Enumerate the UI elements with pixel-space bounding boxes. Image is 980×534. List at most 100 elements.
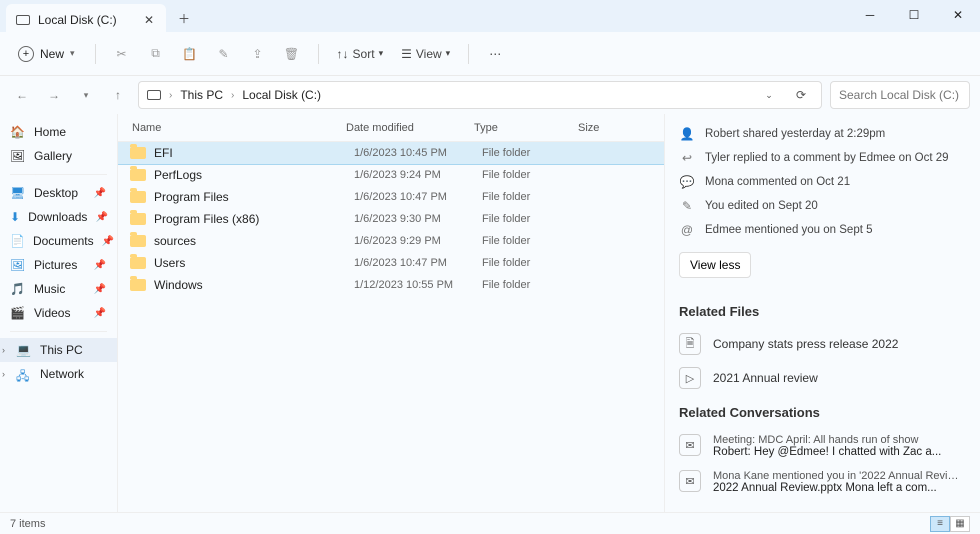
separator (10, 331, 107, 332)
nav-documents[interactable]: 📄 Documents 📌 (0, 229, 117, 253)
folder-icon (130, 257, 146, 269)
refresh-icon[interactable]: ⟳ (789, 83, 813, 107)
maximize-button[interactable]: ☐ (892, 0, 936, 30)
col-type[interactable]: Type (474, 122, 578, 134)
file-type: File folder (482, 191, 586, 203)
mention-icon: @ (679, 222, 695, 238)
conversation-subject: Mona Kane mentioned you in '2022 Annual … (713, 470, 962, 482)
titlebar: Local Disk (C:) ✕ ＋ ─ ☐ ✕ (0, 0, 980, 32)
share-icon[interactable]: ⇪ (244, 40, 272, 68)
col-date[interactable]: Date modified (346, 122, 474, 134)
chevron-down-icon[interactable]: ⌄ (757, 83, 781, 107)
copy-icon[interactable]: ⧉ (142, 40, 170, 68)
file-row[interactable]: sources 1/6/2023 9:29 PM File folder (118, 230, 664, 252)
file-date: 1/6/2023 9:29 PM (354, 235, 482, 247)
activity-list: 👤 Robert shared yesterday at 2:29pm↩ Tyl… (679, 122, 962, 242)
file-date: 1/6/2023 10:45 PM (354, 147, 482, 159)
back-button[interactable]: ← (10, 83, 34, 107)
nav-desktop[interactable]: 🖥 Desktop 📌 (0, 181, 117, 205)
search-box[interactable]: 🔍 (830, 81, 970, 109)
close-window-button[interactable]: ✕ (936, 0, 980, 30)
new-button[interactable]: + New ▾ (10, 42, 83, 66)
play-icon: ▷ (679, 367, 701, 389)
folder-icon (130, 169, 146, 181)
file-name: Program Files (x86) (154, 212, 354, 226)
file-type: File folder (482, 235, 586, 247)
col-size[interactable]: Size (578, 122, 638, 134)
paste-icon[interactable]: 📋 (176, 40, 204, 68)
file-row[interactable]: Program Files 1/6/2023 10:47 PM File fol… (118, 186, 664, 208)
up-button[interactable]: ↑ (106, 83, 130, 107)
file-name: EFI (154, 146, 354, 160)
conversation-item[interactable]: ✉ Mona Kane mentioned you in '2022 Annua… (679, 464, 962, 500)
breadcrumb-drive[interactable]: Local Disk (C:) (242, 88, 321, 102)
related-file-label: 2021 Annual review (713, 371, 818, 385)
nav-label: Network (40, 367, 84, 381)
close-tab-icon[interactable]: ✕ (142, 13, 156, 27)
nav-label: Documents (33, 234, 94, 248)
file-list: Name Date modified Type Size EFI 1/6/202… (118, 114, 664, 512)
view-switcher: ≡ ▦ (930, 516, 970, 532)
chevron-down-icon[interactable]: ▾ (74, 83, 98, 107)
chevron-right-icon[interactable]: › (2, 369, 5, 379)
file-row[interactable]: PerfLogs 1/6/2023 9:24 PM File folder (118, 164, 664, 186)
nav-pictures[interactable]: 🖼 Pictures 📌 (0, 253, 117, 277)
pc-icon: 💻 (16, 343, 32, 357)
file-name: Users (154, 256, 354, 270)
view-less-button[interactable]: View less (679, 252, 751, 278)
address-bar[interactable]: › This PC › Local Disk (C:) ⌄ ⟳ (138, 81, 822, 109)
nav-downloads[interactable]: ⬇ Downloads 📌 (0, 205, 117, 229)
nav-network[interactable]: › 🖧 Network (0, 362, 117, 386)
file-row[interactable]: EFI 1/6/2023 10:45 PM File folder (118, 142, 664, 164)
col-name[interactable]: Name (118, 122, 346, 134)
window-controls: ─ ☐ ✕ (848, 0, 980, 30)
pin-icon[interactable]: 📌 (93, 260, 107, 271)
more-icon[interactable]: ⋯ (481, 40, 509, 68)
related-file[interactable]: ▷ 2021 Annual review (679, 361, 962, 395)
nav-gallery[interactable]: 🖼 Gallery (0, 144, 117, 168)
rename-icon[interactable]: ✎ (210, 40, 238, 68)
related-conversations-title: Related Conversations (679, 405, 962, 420)
view-button[interactable]: ☰ View ▾ (395, 43, 456, 65)
pin-icon[interactable]: 📌 (95, 212, 107, 223)
reply-icon: ↩ (679, 150, 695, 166)
chevron-right-icon[interactable]: › (2, 345, 5, 355)
gallery-icon: 🖼 (10, 149, 26, 163)
nav-videos[interactable]: 🎬 Videos 📌 (0, 301, 117, 325)
nav-label: This PC (40, 343, 83, 357)
related-file[interactable]: 🗎 Company stats press release 2022 (679, 327, 962, 361)
nav-music[interactable]: 🎵 Music 📌 (0, 277, 117, 301)
item-count: 7 items (10, 518, 45, 530)
nav-label: Desktop (34, 186, 78, 200)
file-date: 1/6/2023 9:24 PM (354, 169, 482, 181)
mail-icon: ✉ (679, 470, 701, 492)
file-row[interactable]: Windows 1/12/2023 10:55 PM File folder (118, 274, 664, 296)
edit-icon: ✎ (679, 198, 695, 214)
chevron-right-icon: › (231, 90, 234, 101)
forward-button[interactable]: → (42, 83, 66, 107)
activity-item: ↩ Tyler replied to a comment by Edmee on… (679, 146, 962, 170)
file-row[interactable]: Program Files (x86) 1/6/2023 9:30 PM Fil… (118, 208, 664, 230)
cut-icon[interactable]: ✂ (108, 40, 136, 68)
breadcrumb-pc[interactable]: This PC (180, 88, 223, 102)
pin-icon[interactable]: 📌 (93, 188, 107, 199)
conversation-preview: Robert: Hey @Edmee! I chatted with Zac a… (713, 446, 962, 458)
delete-icon[interactable]: 🗑 (278, 40, 306, 68)
pin-icon[interactable]: 📌 (102, 236, 114, 247)
pin-icon[interactable]: 📌 (93, 284, 107, 295)
videos-icon: 🎬 (10, 306, 26, 320)
file-type: File folder (482, 279, 586, 291)
minimize-button[interactable]: ─ (848, 0, 892, 30)
sort-button[interactable]: ↑↓ Sort ▾ (331, 43, 390, 65)
nav-home[interactable]: 🏠 Home (0, 120, 117, 144)
pin-icon[interactable]: 📌 (93, 308, 107, 319)
details-view-button[interactable]: ≡ (930, 516, 950, 532)
file-row[interactable]: Users 1/6/2023 10:47 PM File folder (118, 252, 664, 274)
search-input[interactable] (839, 88, 980, 102)
new-tab-button[interactable]: ＋ (170, 4, 198, 32)
icons-view-button[interactable]: ▦ (950, 516, 970, 532)
chevron-down-icon: ▾ (70, 48, 75, 59)
conversation-item[interactable]: ✉ Meeting: MDC April: All hands run of s… (679, 428, 962, 464)
nav-this-pc[interactable]: › 💻 This PC (0, 338, 117, 362)
doc-icon: 🗎 (679, 333, 701, 355)
